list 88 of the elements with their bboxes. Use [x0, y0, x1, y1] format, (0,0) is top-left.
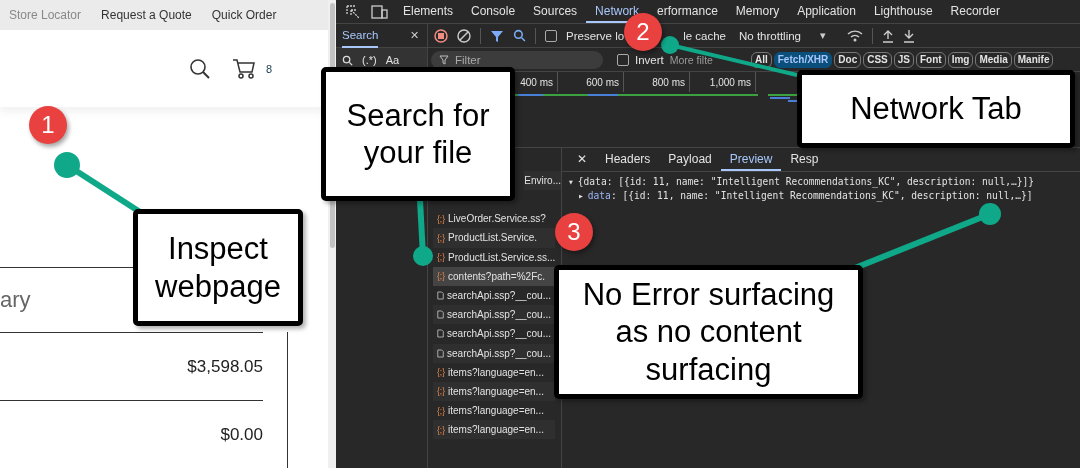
resource-type-chip[interactable]: Doc: [834, 51, 862, 68]
checkbox[interactable]: [617, 53, 629, 66]
document-icon: [437, 347, 445, 359]
amount-value: $0.00: [220, 424, 263, 445]
detail-tab[interactable]: Resp: [781, 148, 828, 171]
record-icon[interactable]: [434, 28, 448, 43]
top-nav-link[interactable]: Request a Quote: [101, 8, 192, 22]
document-icon: [437, 290, 445, 302]
detail-tab[interactable]: Payload: [659, 148, 721, 171]
resource-type-chip[interactable]: JS: [893, 51, 914, 68]
caret-icon[interactable]: ▾: [820, 29, 827, 42]
more-filters-dropdown[interactable]: More filte: [669, 53, 713, 66]
request-row[interactable]: {;} contents?path=%2Fc.: [433, 266, 555, 286]
invert-label: Invert: [635, 53, 664, 66]
amount-value: $3,598.05: [187, 356, 263, 377]
braces-icon: {;}: [437, 405, 446, 416]
callout-box: No Error surfacing as no content surfacing: [554, 265, 863, 399]
cart-icon[interactable]: [231, 57, 256, 80]
request-row[interactable]: searchApi.ssp?__cou...: [433, 343, 555, 363]
cart-count: 8: [265, 62, 272, 75]
request-row[interactable]: searchApi.ssp?__cou...: [433, 305, 555, 325]
preserve-log-label: Preserve lo: [566, 29, 625, 42]
filter-icon: [439, 54, 449, 65]
braces-icon: {;}: [437, 367, 446, 378]
request-row[interactable]: {;} ProductList.Service.ss...: [433, 247, 555, 267]
close-icon[interactable]: ✕: [410, 29, 419, 42]
resource-type-chip[interactable]: CSS: [863, 51, 892, 68]
top-nav-link[interactable]: Quick Order: [211, 8, 277, 22]
resource-type-chip[interactable]: Font: [916, 51, 946, 68]
leader-line: [413, 199, 433, 266]
search-icon[interactable]: [342, 54, 353, 66]
devtools-tab[interactable]: Sources: [524, 0, 587, 23]
throttling-dropdown[interactable]: No throttling: [739, 29, 802, 42]
devtools-tab[interactable]: Memory: [726, 0, 789, 23]
document-icon: [437, 309, 445, 321]
checkbox[interactable]: [545, 29, 557, 42]
braces-icon: {;}: [437, 252, 446, 263]
resource-type-chip[interactable]: Img: [947, 51, 974, 68]
scrollbar[interactable]: [328, 202, 336, 468]
braces-icon: {;}: [437, 271, 446, 282]
filter-icon[interactable]: [490, 28, 504, 43]
document-icon: [437, 328, 445, 340]
devtools-tab[interactable]: Recorder: [941, 0, 1009, 23]
resource-type-chip[interactable]: Manife: [1013, 51, 1054, 68]
search-icon[interactable]: [187, 56, 212, 81]
devtools-tab[interactable]: Console: [462, 0, 525, 23]
request-row[interactable]: {;} items?language=en...: [433, 401, 555, 421]
request-row[interactable]: {;} LiveOrder.Service.ss?: [433, 209, 555, 229]
close-icon[interactable]: ✕: [568, 148, 596, 171]
expand-toggle[interactable]: ▸: [578, 190, 584, 201]
download-icon[interactable]: [903, 28, 916, 43]
detail-tab[interactable]: Preview: [720, 148, 782, 171]
braces-icon: {;}: [437, 424, 446, 435]
wifi-icon[interactable]: [847, 28, 864, 43]
devtools-tab[interactable]: Elements: [394, 0, 463, 23]
upload-icon[interactable]: [882, 28, 895, 43]
preview-data-line: data: [{id: 11, name: "Intelligent Recommendations_KC", description: null,…}]: [587, 190, 1033, 201]
summary-heading: ary: [0, 287, 31, 313]
devtools-tab[interactable]: Application: [788, 0, 865, 23]
devtools-tab[interactable]: Lighthouse: [864, 0, 942, 23]
braces-icon: {;}: [437, 232, 446, 243]
preview-root-line: {data: [{id: 11, name: "Intelligent Recommendations_KC", description: null,…}]}: [577, 176, 1035, 187]
disable-cache-label: le cache: [683, 29, 726, 42]
braces-icon: {;}: [437, 386, 446, 397]
clear-icon[interactable]: [457, 28, 471, 43]
request-row[interactable]: searchApi.ssp?__cou...: [433, 324, 555, 344]
match-case-toggle[interactable]: Aa: [385, 54, 400, 66]
resource-type-chip[interactable]: Fetch/XHR: [773, 51, 833, 68]
callout-box: Inspect webpage: [133, 209, 303, 326]
request-row[interactable]: searchApi.ssp?__cou...: [433, 285, 555, 306]
request-row[interactable]: {;} items?language=en...: [433, 420, 555, 440]
request-row[interactable]: {;} ProductList.Service.: [433, 228, 555, 248]
search-icon[interactable]: [513, 29, 526, 42]
request-row[interactable]: {;} items?language=en...: [433, 362, 555, 382]
braces-icon: {;}: [437, 213, 446, 224]
resource-type-chip[interactable]: Media: [975, 51, 1012, 68]
scrollbar[interactable]: [328, 0, 336, 66]
request-row[interactable]: Enviro...: [524, 171, 561, 191]
callout-box: Network Tab: [797, 70, 1075, 148]
timeline-tick: 600 ms: [558, 72, 624, 92]
callout-box: Search for your file: [321, 67, 515, 201]
timeline-tick: 1,000 ms: [690, 72, 756, 92]
filter-field[interactable]: Filter: [431, 50, 603, 69]
timeline-tick: 800 ms: [624, 72, 690, 92]
collapse-toggle[interactable]: ▾: [568, 176, 574, 187]
detail-tab[interactable]: Headers: [596, 148, 660, 171]
regex-toggle[interactable]: (.*): [362, 54, 377, 66]
request-row[interactable]: {;} items?language=en...: [433, 381, 555, 402]
